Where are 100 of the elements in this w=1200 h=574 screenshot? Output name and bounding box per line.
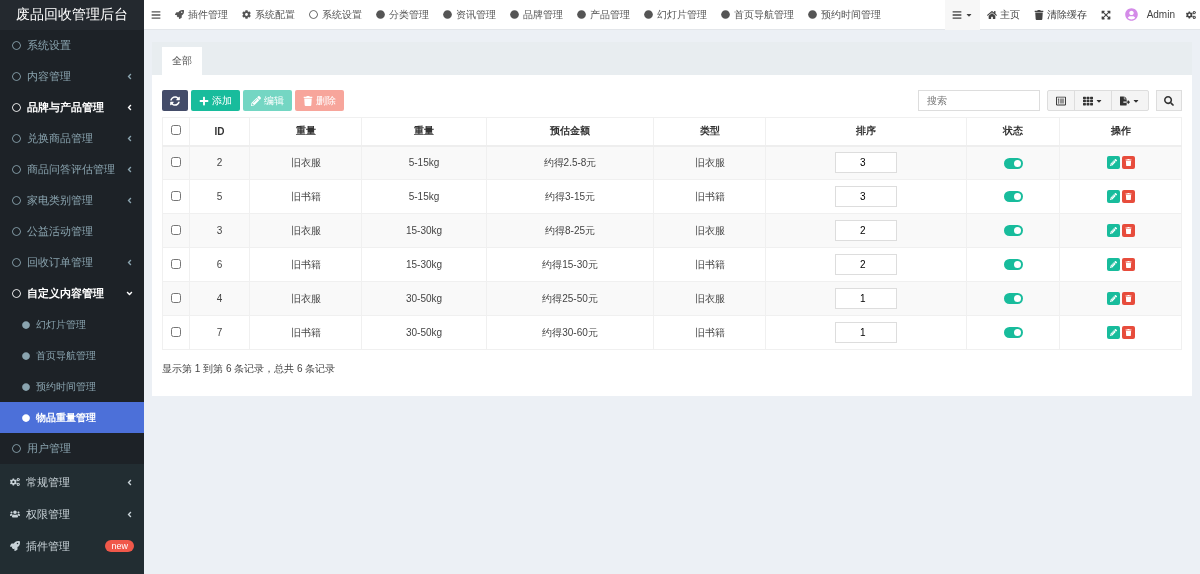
sidebar-item[interactable]: 用户管理	[0, 433, 144, 464]
column-header: 重量	[249, 117, 362, 146]
sidebar-subitem[interactable]: 物品重量管理	[0, 402, 144, 433]
delete-button[interactable]	[1121, 292, 1135, 305]
user-menu[interactable]: Admin	[1117, 0, 1182, 30]
gear-icon	[242, 10, 251, 19]
sort-field[interactable]: 3	[835, 186, 897, 207]
edit-button[interactable]	[1106, 292, 1120, 305]
trash-icon	[1124, 193, 1132, 200]
sidebar-item[interactable]: 自定义内容管理	[0, 278, 144, 309]
sidebar-item[interactable]: 回收订单管理	[0, 247, 144, 278]
chevron-left-icon	[125, 165, 134, 174]
delete-icon	[303, 95, 313, 106]
table-cell: 约得30-60元	[486, 315, 654, 350]
sidebar-item[interactable]: 插件管理 new	[0, 530, 144, 562]
new-badge: new	[105, 540, 134, 552]
nav-link[interactable]: 预约时间管理	[801, 0, 888, 30]
refresh-button[interactable]	[162, 90, 188, 111]
sidebar-item[interactable]: 兑换商品管理	[0, 123, 144, 154]
column-header: ID	[189, 117, 250, 146]
table-cell: 旧书籍	[653, 247, 766, 282]
pencil-icon	[1109, 159, 1117, 167]
sidebar-item[interactable]: 家电类别管理	[0, 185, 144, 216]
sidebar-item[interactable]: 系统设置	[0, 30, 144, 61]
settings-icon	[1186, 9, 1196, 20]
sort-field[interactable]: 1	[835, 288, 897, 309]
delete-button[interactable]	[1121, 258, 1135, 271]
sidebar-item[interactable]: 商品问答评估管理	[0, 154, 144, 185]
row-checkbox[interactable]	[171, 292, 181, 303]
edit-button[interactable]	[1106, 156, 1120, 170]
sidebar-item[interactable]: 公益活动管理	[0, 216, 144, 247]
sidebar-item[interactable]: 权限管理	[0, 498, 144, 530]
column-header: 类型	[653, 117, 766, 146]
sidebar-item[interactable]: 内容管理	[0, 61, 144, 92]
table-cell: 30-50kg	[361, 315, 487, 350]
layout-dropdown[interactable]	[944, 0, 980, 30]
row-checkbox[interactable]	[171, 190, 181, 201]
pencil-icon	[1109, 227, 1117, 234]
chevron-left-icon	[125, 72, 134, 81]
search-button[interactable]	[1156, 90, 1182, 111]
nav-link[interactable]: 清除缓存	[1026, 0, 1094, 30]
nav-link[interactable]: 系统配置	[235, 0, 302, 30]
table-cell: 约得3-15元	[486, 179, 654, 214]
nav-link[interactable]: 产品管理	[570, 0, 637, 30]
trash-icon	[1124, 227, 1132, 234]
edit-button[interactable]	[1106, 258, 1120, 271]
gears-icon	[10, 477, 20, 487]
sidebar-subitem[interactable]: 预约时间管理	[0, 371, 144, 402]
row-checkbox[interactable]	[171, 156, 181, 167]
status-switch[interactable]	[1003, 293, 1023, 305]
table-cell: 5-15kg	[361, 145, 487, 180]
edit-button[interactable]	[1106, 190, 1120, 203]
delete-button[interactable]	[1121, 156, 1135, 170]
nav-link[interactable]: 品牌管理	[503, 0, 570, 30]
table-cell: 5-15kg	[361, 179, 487, 214]
nav-link[interactable]: 分类管理	[369, 0, 436, 30]
nav-link[interactable]: 主页	[979, 0, 1027, 30]
sidebar-item[interactable]: 品牌与产品管理	[0, 92, 144, 123]
edit-button[interactable]	[1106, 326, 1120, 339]
fullscreen-icon	[1100, 9, 1111, 20]
sort-field[interactable]: 2	[835, 220, 897, 241]
sort-field[interactable]: 3	[835, 152, 897, 174]
table-cell: 2	[189, 145, 250, 180]
nav-link[interactable]: 资讯管理	[436, 0, 503, 30]
nav-link[interactable]: 系统设置	[302, 0, 369, 30]
tab[interactable]: 全部	[162, 47, 202, 75]
sidebar-subitem[interactable]: 幻灯片管理	[0, 309, 144, 340]
sidebar-item[interactable]: 常规管理	[0, 466, 144, 498]
table-cell: 15-30kg	[361, 247, 487, 282]
status-switch[interactable]	[1003, 157, 1023, 169]
status-switch[interactable]	[1003, 259, 1023, 271]
sidebar-subitem[interactable]: 首页导航管理	[0, 340, 144, 371]
nav-link[interactable]: 插件管理	[168, 0, 235, 30]
select-all-checkbox[interactable]	[171, 125, 181, 136]
row-checkbox[interactable]	[171, 224, 181, 235]
sort-field[interactable]: 2	[835, 254, 897, 275]
table-cell: 30-50kg	[361, 281, 487, 316]
edit-button[interactable]	[1106, 224, 1120, 237]
nav-link[interactable]: 首页导航管理	[714, 0, 801, 30]
status-switch[interactable]	[1003, 191, 1023, 203]
search-field[interactable]: 搜索	[918, 90, 1040, 111]
edit-icon	[251, 95, 261, 106]
nav-link[interactable]: 幻灯片管理	[637, 0, 714, 30]
table-cell: 旧衣服	[653, 213, 766, 248]
delete-button[interactable]	[1121, 224, 1135, 237]
column-header: 状态	[966, 117, 1060, 146]
row-checkbox[interactable]	[171, 258, 181, 269]
table-cell: 3	[189, 213, 250, 248]
delete-button[interactable]	[1121, 326, 1135, 339]
sort-field[interactable]: 1	[835, 322, 897, 343]
chevron-left-icon	[125, 103, 134, 112]
table-cell: 旧衣服	[249, 281, 362, 316]
table-cell: 4	[189, 281, 250, 316]
status-switch[interactable]	[1003, 225, 1023, 237]
menu-icon	[151, 9, 161, 20]
pencil-icon	[1109, 329, 1117, 336]
delete-button[interactable]	[1121, 190, 1135, 203]
row-checkbox[interactable]	[171, 326, 181, 337]
table-cell: 旧书籍	[653, 179, 766, 214]
status-switch[interactable]	[1003, 327, 1023, 339]
